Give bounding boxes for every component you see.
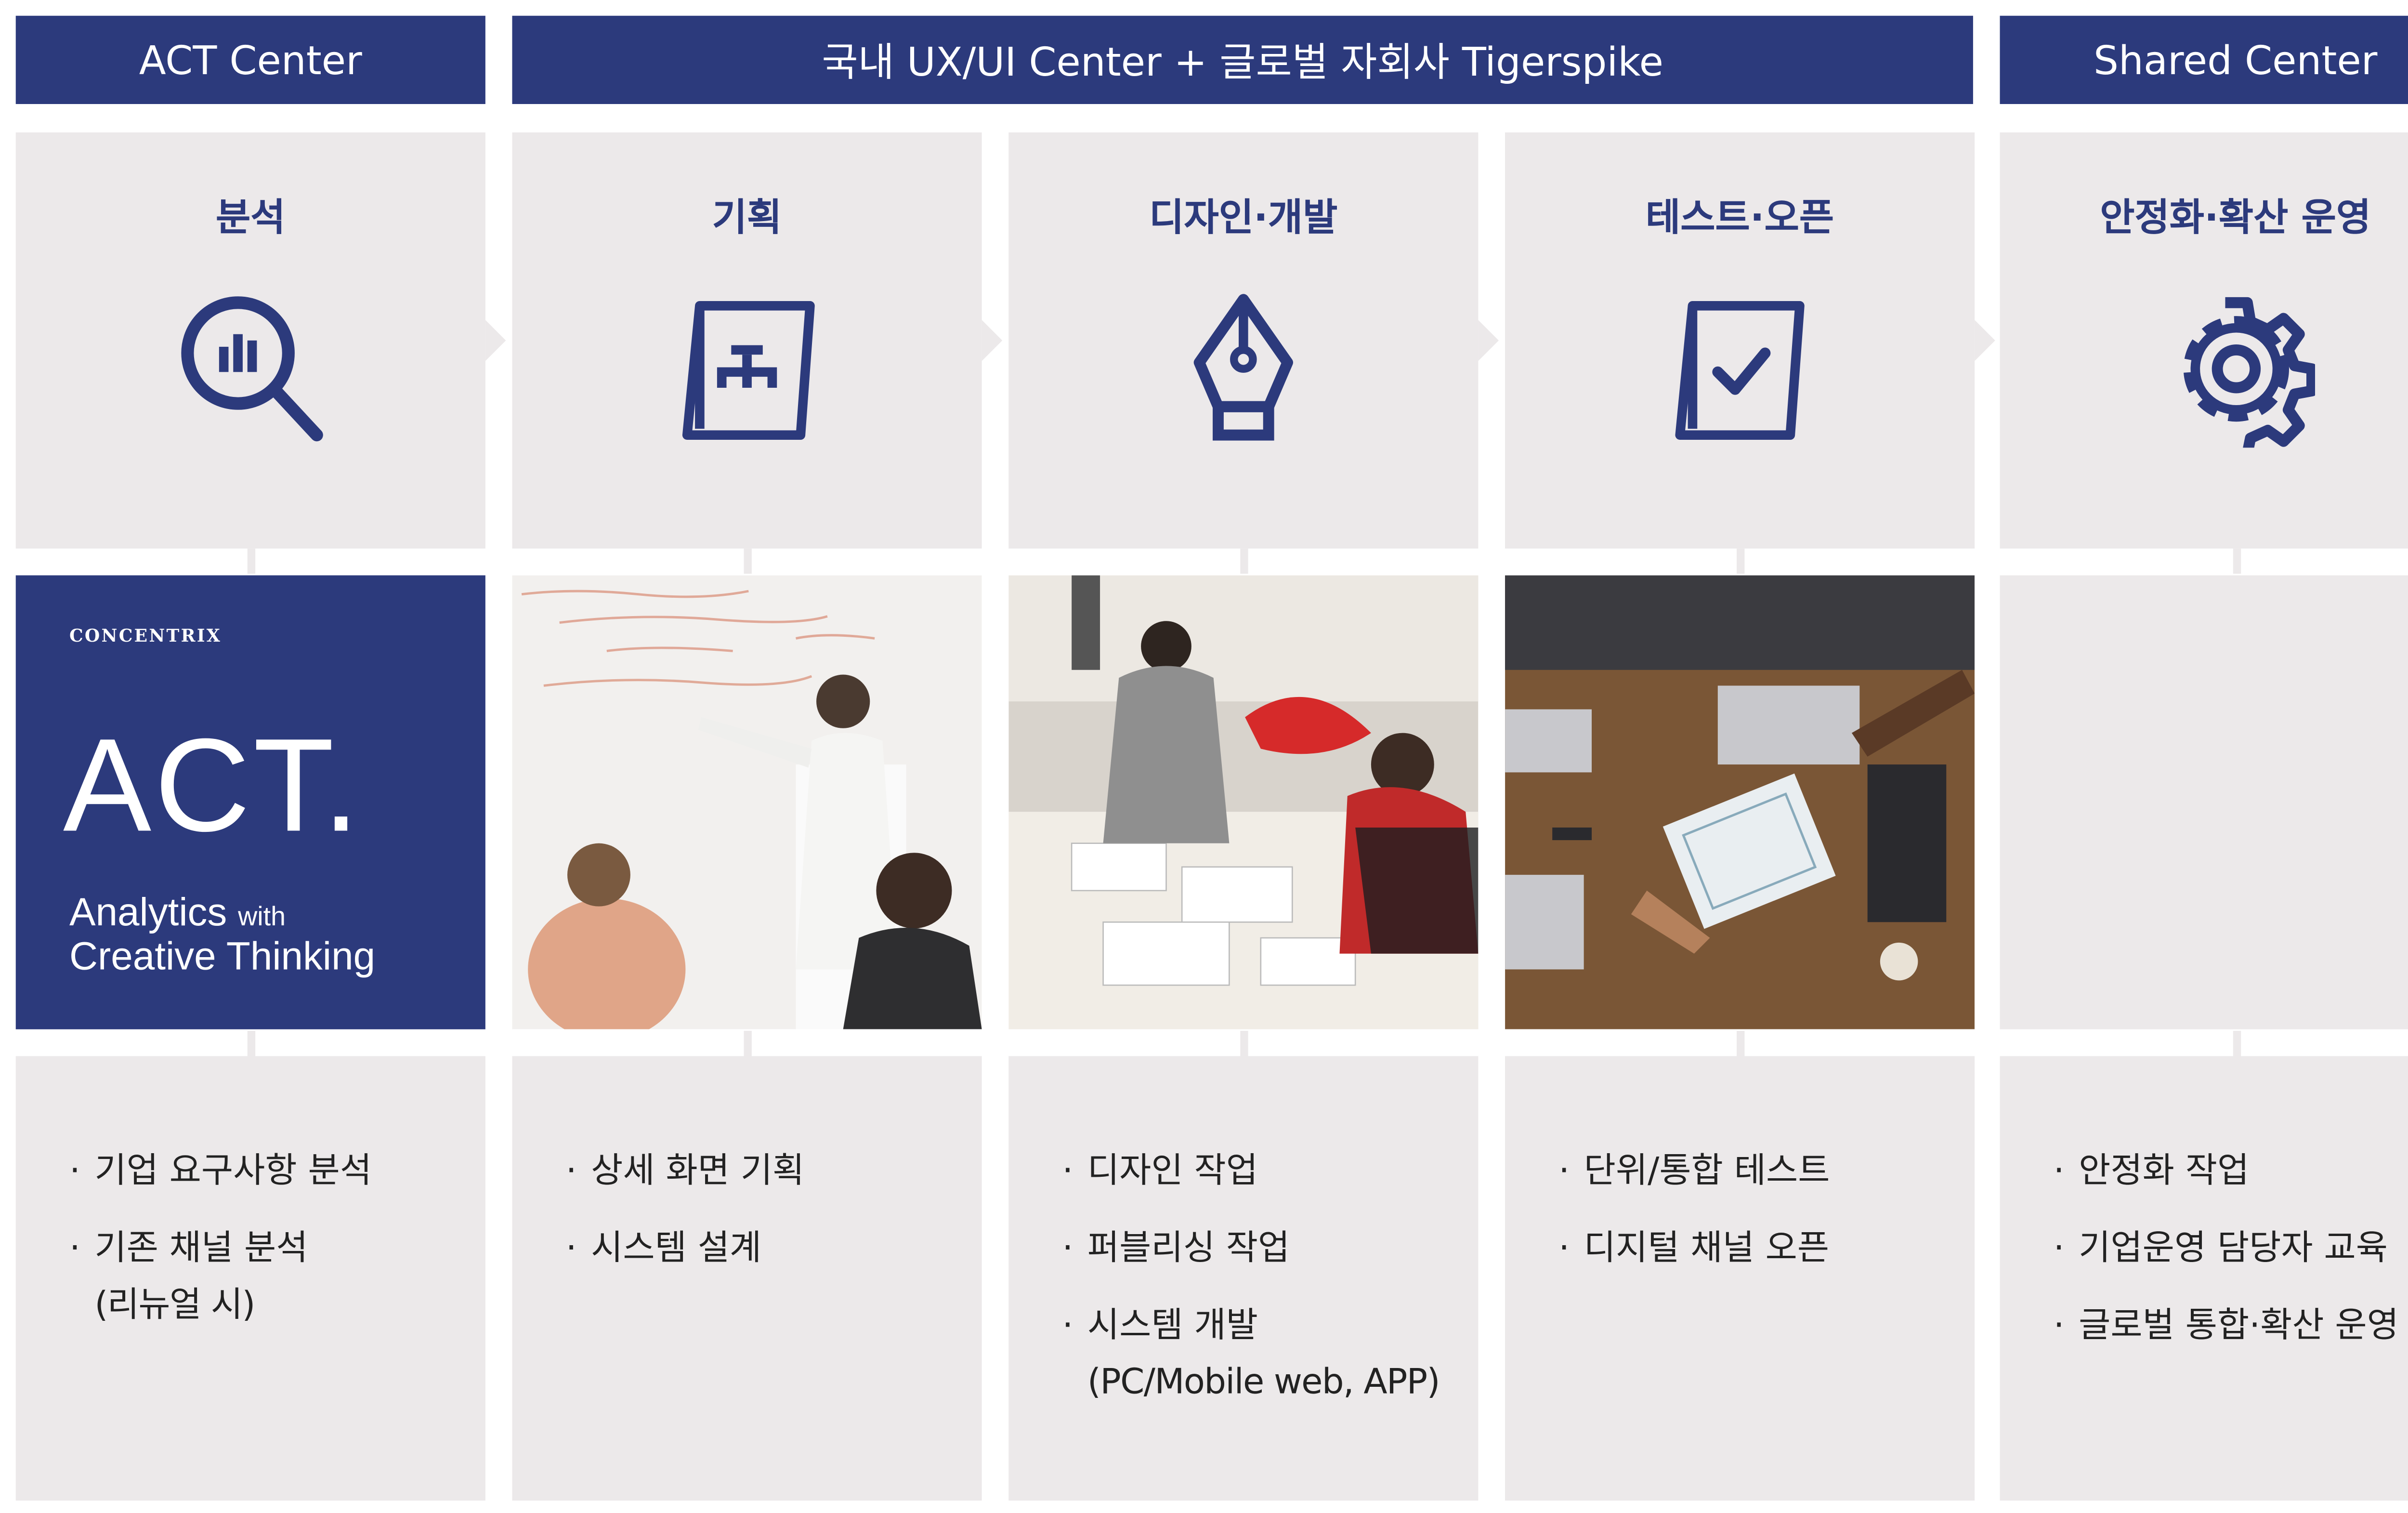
task-item: 시스템 개발 (PC/Mobile web, APP) — [1062, 1305, 1463, 1406]
empty-image-panel — [2000, 575, 2408, 1029]
task-item: 글로벌 통합·확산 운영 — [2054, 1305, 2408, 1349]
task-text: 안정화 작업 — [2079, 1152, 2250, 1192]
step-arrow — [1975, 320, 1995, 361]
magnifier-chart-icon — [172, 290, 329, 447]
task-item: 기업 요구사항 분석 — [69, 1151, 470, 1195]
checklist-document-icon — [1661, 290, 1819, 447]
task-item: 상세 화면 기획 — [566, 1151, 966, 1195]
photo-design-workshop — [1008, 575, 1479, 1029]
task-panel-stabilize: 안정화 작업 기업운영 담당자 교육 글로벌 통합·확산 운영 — [2000, 1056, 2408, 1501]
task-item: 시스템 설계 — [566, 1228, 966, 1272]
task-text: 시스템 설계 — [591, 1229, 762, 1269]
connector — [744, 1031, 752, 1056]
task-text: 시스템 개발 — [1087, 1306, 1258, 1346]
task-item: 기존 채널 분석 (리뉴얼 시) — [69, 1228, 470, 1329]
task-list-test-open: 단위/통합 테스트 디지털 채널 오픈 — [1558, 1151, 1959, 1305]
task-list-stabilize: 안정화 작업 기업운영 담당자 교육 글로벌 통합·확산 운영 — [2054, 1151, 2408, 1382]
header-shared-label: Shared Center — [2094, 37, 2378, 83]
photo-team-collaboration — [1505, 575, 1975, 1029]
connector — [2233, 1031, 2241, 1056]
connector — [2233, 548, 2241, 574]
header-ux-center: 국내 UX/UI Center + 글로벌 자회사 Tigerspike — [512, 15, 1973, 104]
connector — [1737, 548, 1745, 574]
document-flowchart-icon — [668, 290, 825, 447]
header-act-label: ACT Center — [139, 37, 362, 83]
connector — [247, 1031, 256, 1056]
task-list-planning: 상세 화면 기획 시스템 설계 — [566, 1151, 966, 1305]
step-title-planning: 기획 — [712, 195, 782, 240]
step-panel-test-open: 테스트·오픈 — [1505, 132, 1975, 549]
task-item: 단위/통합 테스트 — [1558, 1151, 1959, 1195]
task-subtext: (리뉴얼 시) — [94, 1286, 255, 1326]
step-arrow — [1478, 320, 1499, 361]
task-text: 기업운영 담당자 교육 — [2079, 1229, 2388, 1269]
step-arrow — [485, 320, 506, 361]
act-tagline-with: with — [238, 901, 286, 932]
task-text: 기업 요구사항 분석 — [94, 1152, 372, 1192]
step-arrow — [982, 320, 1003, 361]
connector — [744, 548, 752, 574]
task-panel-test-open: 단위/통합 테스트 디지털 채널 오픈 — [1505, 1056, 1975, 1501]
connector — [1737, 1031, 1745, 1056]
step-title-design-dev: 디자인·개발 — [1149, 195, 1338, 240]
task-list-design-dev: 디자인 작업 퍼블리싱 작업 시스템 개발 (PC/Mobile web, APP… — [1062, 1151, 1463, 1439]
task-text: 디지털 채널 오픈 — [1584, 1229, 1830, 1269]
header-ux-label: 국내 UX/UI Center + 글로벌 자회사 Tigerspike — [822, 39, 1664, 85]
task-text: 기존 채널 분석 — [94, 1229, 308, 1269]
act-tagline-line1: Analytics with — [69, 891, 286, 936]
task-list-analysis: 기업 요구사항 분석 기존 채널 분석 (리뉴얼 시) — [69, 1151, 470, 1362]
act-tagline-analytics: Analytics — [69, 890, 227, 935]
step-title-test-open: 테스트·오픈 — [1646, 195, 1834, 240]
header-act-center: ACT Center — [15, 15, 485, 104]
task-panel-planning: 상세 화면 기획 시스템 설계 — [512, 1056, 982, 1501]
task-panel-design-dev: 디자인 작업 퍼블리싱 작업 시스템 개발 (PC/Mobile web, APP… — [1008, 1056, 1479, 1501]
task-text: 디자인 작업 — [1087, 1152, 1258, 1192]
task-item: 퍼블리싱 작업 — [1062, 1228, 1463, 1272]
step-title-analysis: 분석 — [215, 195, 286, 240]
task-item: 디자인 작업 — [1062, 1151, 1463, 1195]
task-panel-analysis: 기업 요구사항 분석 기존 채널 분석 (리뉴얼 시) — [15, 1056, 485, 1501]
photo-whiteboard-meeting — [512, 575, 982, 1029]
task-text: 상세 화면 기획 — [591, 1152, 805, 1192]
task-item: 디지털 채널 오픈 — [1558, 1228, 1959, 1272]
connector — [1240, 548, 1248, 574]
task-text: 단위/통합 테스트 — [1584, 1152, 1830, 1192]
pen-nib-icon — [1165, 290, 1322, 447]
task-item: 기업운영 담당자 교육 — [2054, 1228, 2408, 1272]
task-text: 퍼블리싱 작업 — [1087, 1229, 1290, 1269]
task-subtext: (PC/Mobile web, APP) — [1087, 1363, 1440, 1403]
step-title-stabilize: 안정화·확산 운영 — [2100, 195, 2371, 240]
act-logo-card: CONCENTRIX ACT. Analytics with Creative … — [15, 575, 485, 1029]
step-panel-planning: 기획 — [512, 132, 982, 549]
step-panel-design-dev: 디자인·개발 — [1008, 132, 1479, 549]
connector — [1240, 1031, 1248, 1056]
header-shared-center: Shared Center — [2000, 15, 2408, 104]
step-panel-analysis: 분석 — [15, 132, 485, 549]
act-tagline-line2: Creative Thinking — [69, 934, 376, 979]
task-item: 안정화 작업 — [2054, 1151, 2408, 1195]
act-logo: ACT. — [63, 710, 363, 859]
connector — [247, 548, 256, 574]
concentrix-logo: CONCENTRIX — [69, 626, 222, 646]
step-panel-stabilize: 안정화·확산 운영 — [2000, 132, 2408, 549]
gear-icon — [2157, 290, 2315, 448]
task-text: 글로벌 통합·확산 운영 — [2079, 1306, 2399, 1346]
